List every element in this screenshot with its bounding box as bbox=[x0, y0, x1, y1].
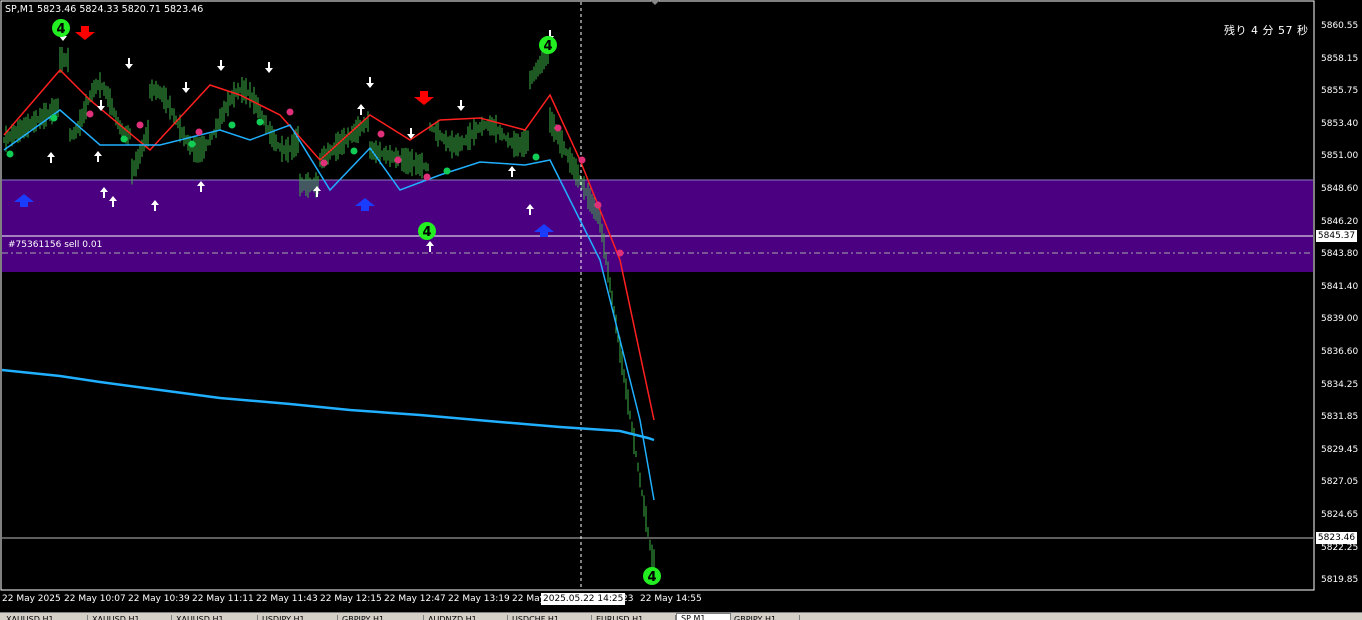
green-dot-icon bbox=[6, 150, 14, 158]
chart-tab[interactable]: AUDNZD,H1 bbox=[424, 615, 508, 620]
time-tick: 22 May 10:39 bbox=[128, 594, 190, 604]
up-arrow-icon bbox=[94, 151, 102, 162]
down-arrow-icon bbox=[457, 100, 465, 111]
price-tick: 5858.15 bbox=[1321, 53, 1359, 64]
green-dot-icon bbox=[120, 135, 128, 143]
time-tick: 22 May 11:43 bbox=[256, 594, 318, 604]
chart-tab[interactable]: XAUUSD,H1 bbox=[172, 615, 258, 620]
pink-dot-icon bbox=[423, 173, 431, 181]
pink-dot-icon bbox=[616, 249, 624, 257]
price-tick: 5853.40 bbox=[1321, 118, 1359, 129]
chart-tab-bar: XAUUSD,H1 XAUUSD,H1 XAUUSD,H1 USDJPY,H1 GBPJ… bbox=[0, 612, 1362, 620]
time-tick: 22 May 14:55 bbox=[640, 594, 702, 604]
symbol-header: SP,M1 5823.46 5824.33 5820.71 5823.46 bbox=[5, 4, 204, 15]
chart-tab[interactable]: XAUUSD,H1 bbox=[2, 615, 88, 620]
price-tick: 5822.25 bbox=[1321, 542, 1359, 553]
price-tick: 5836.60 bbox=[1321, 347, 1359, 357]
price-tick: 5841.40 bbox=[1321, 281, 1359, 292]
supply-demand-zone bbox=[2, 180, 1313, 272]
current-price-box: 5823.46 bbox=[1316, 532, 1357, 544]
price-tick: 5855.75 bbox=[1321, 86, 1359, 97]
pink-dot-icon bbox=[195, 128, 203, 136]
plot-frame bbox=[0, 0, 1315, 591]
green-dot-icon bbox=[188, 140, 196, 148]
time-tick: 22 May 10:07 bbox=[64, 594, 126, 604]
pink-dot-icon bbox=[286, 108, 294, 116]
pink-dot-icon bbox=[394, 156, 402, 164]
chart-tab[interactable]: XAUUSD,H1 bbox=[88, 615, 172, 620]
price-tick: 5860.55 bbox=[1321, 21, 1359, 31]
time-tick: 22 May 12:47 bbox=[384, 594, 446, 604]
price-tick: 5839.00 bbox=[1321, 314, 1359, 325]
price-tick: 5846.20 bbox=[1321, 216, 1359, 227]
price-tick: 5829.45 bbox=[1321, 444, 1359, 455]
down-arrow-icon bbox=[182, 82, 190, 93]
green-dot-icon bbox=[532, 153, 540, 161]
down-arrow-icon bbox=[366, 77, 374, 88]
down-arrow-icon bbox=[217, 60, 225, 71]
price-tick: 5831.85 bbox=[1321, 412, 1359, 423]
up-arrow-icon bbox=[357, 104, 365, 115]
lower-band-line bbox=[3, 109, 655, 501]
time-tick: 22 May 11:11 bbox=[192, 594, 254, 604]
price-tick: 5848.60 bbox=[1321, 184, 1359, 194]
green-dot-icon bbox=[443, 167, 451, 175]
time-tick: 22 May 13:19 bbox=[448, 594, 510, 604]
green-dot-icon bbox=[50, 114, 58, 122]
pink-dot-icon bbox=[594, 201, 602, 209]
down-arrow-icon bbox=[265, 62, 273, 73]
chart-tab[interactable]: SP,M1 bbox=[676, 613, 731, 620]
price-chart[interactable]: 4 4 4 4 bbox=[0, 0, 1362, 620]
pink-dot-icon bbox=[578, 156, 586, 164]
slow-moving-average bbox=[1, 368, 655, 442]
signal-number: 4 bbox=[56, 22, 65, 37]
pink-dot-icon bbox=[320, 159, 328, 167]
chart-tab[interactable]: GBPJPY,H1 bbox=[730, 615, 800, 620]
pink-dot-icon bbox=[377, 130, 385, 138]
time-tick: 22 May 12:15 bbox=[320, 594, 382, 604]
green-dot-icon bbox=[228, 121, 236, 129]
pink-dot-icon bbox=[136, 121, 144, 129]
order-price-box: 5845.37 bbox=[1316, 230, 1357, 242]
signal-number: 4 bbox=[543, 39, 552, 54]
green-dot-icon bbox=[350, 147, 358, 155]
pink-dot-icon bbox=[86, 110, 94, 118]
green-dot-icon bbox=[256, 118, 264, 126]
signal-number: 4 bbox=[422, 225, 431, 240]
chart-shift-marker[interactable] bbox=[650, 0, 660, 5]
price-tick: 5827.05 bbox=[1321, 477, 1359, 488]
down-arrow-icon bbox=[125, 58, 133, 69]
price-tick: 5843.80 bbox=[1321, 249, 1359, 260]
down-arrow-icon bbox=[97, 100, 105, 111]
chart-window[interactable]: 4 4 4 4 SP,M1 5823.46 5824.33 5820.71 5823.… bbox=[0, 0, 1362, 620]
time-tick: 22 May 2025 bbox=[2, 594, 61, 604]
pink-dot-icon bbox=[554, 124, 562, 132]
signal-number: 4 bbox=[647, 570, 656, 585]
cursor-time-label: 2025.05.22 14:25 bbox=[541, 593, 626, 605]
sell-signal-arrow-icon bbox=[414, 91, 434, 105]
sell-signal-arrow-icon bbox=[75, 26, 95, 40]
up-arrow-icon bbox=[47, 152, 55, 163]
price-tick: 5819.85 bbox=[1321, 575, 1359, 586]
up-arrow-icon bbox=[508, 166, 516, 177]
price-tick: 5824.65 bbox=[1321, 510, 1359, 520]
price-tick: 5851.00 bbox=[1321, 151, 1359, 162]
order-label[interactable]: #75361156 sell 0.01 bbox=[8, 240, 102, 250]
bar-timer: 残り 4 分 57 秒 bbox=[1224, 24, 1309, 37]
chart-tab[interactable]: USDCHF,H1 bbox=[508, 615, 592, 620]
price-tick: 5834.25 bbox=[1321, 379, 1359, 390]
chart-tab[interactable]: EURUSD,H1 bbox=[592, 615, 676, 620]
chart-tab[interactable]: USDJPY,H1 bbox=[258, 615, 338, 620]
chart-tab[interactable]: GBPJPY,H1 bbox=[338, 615, 424, 620]
